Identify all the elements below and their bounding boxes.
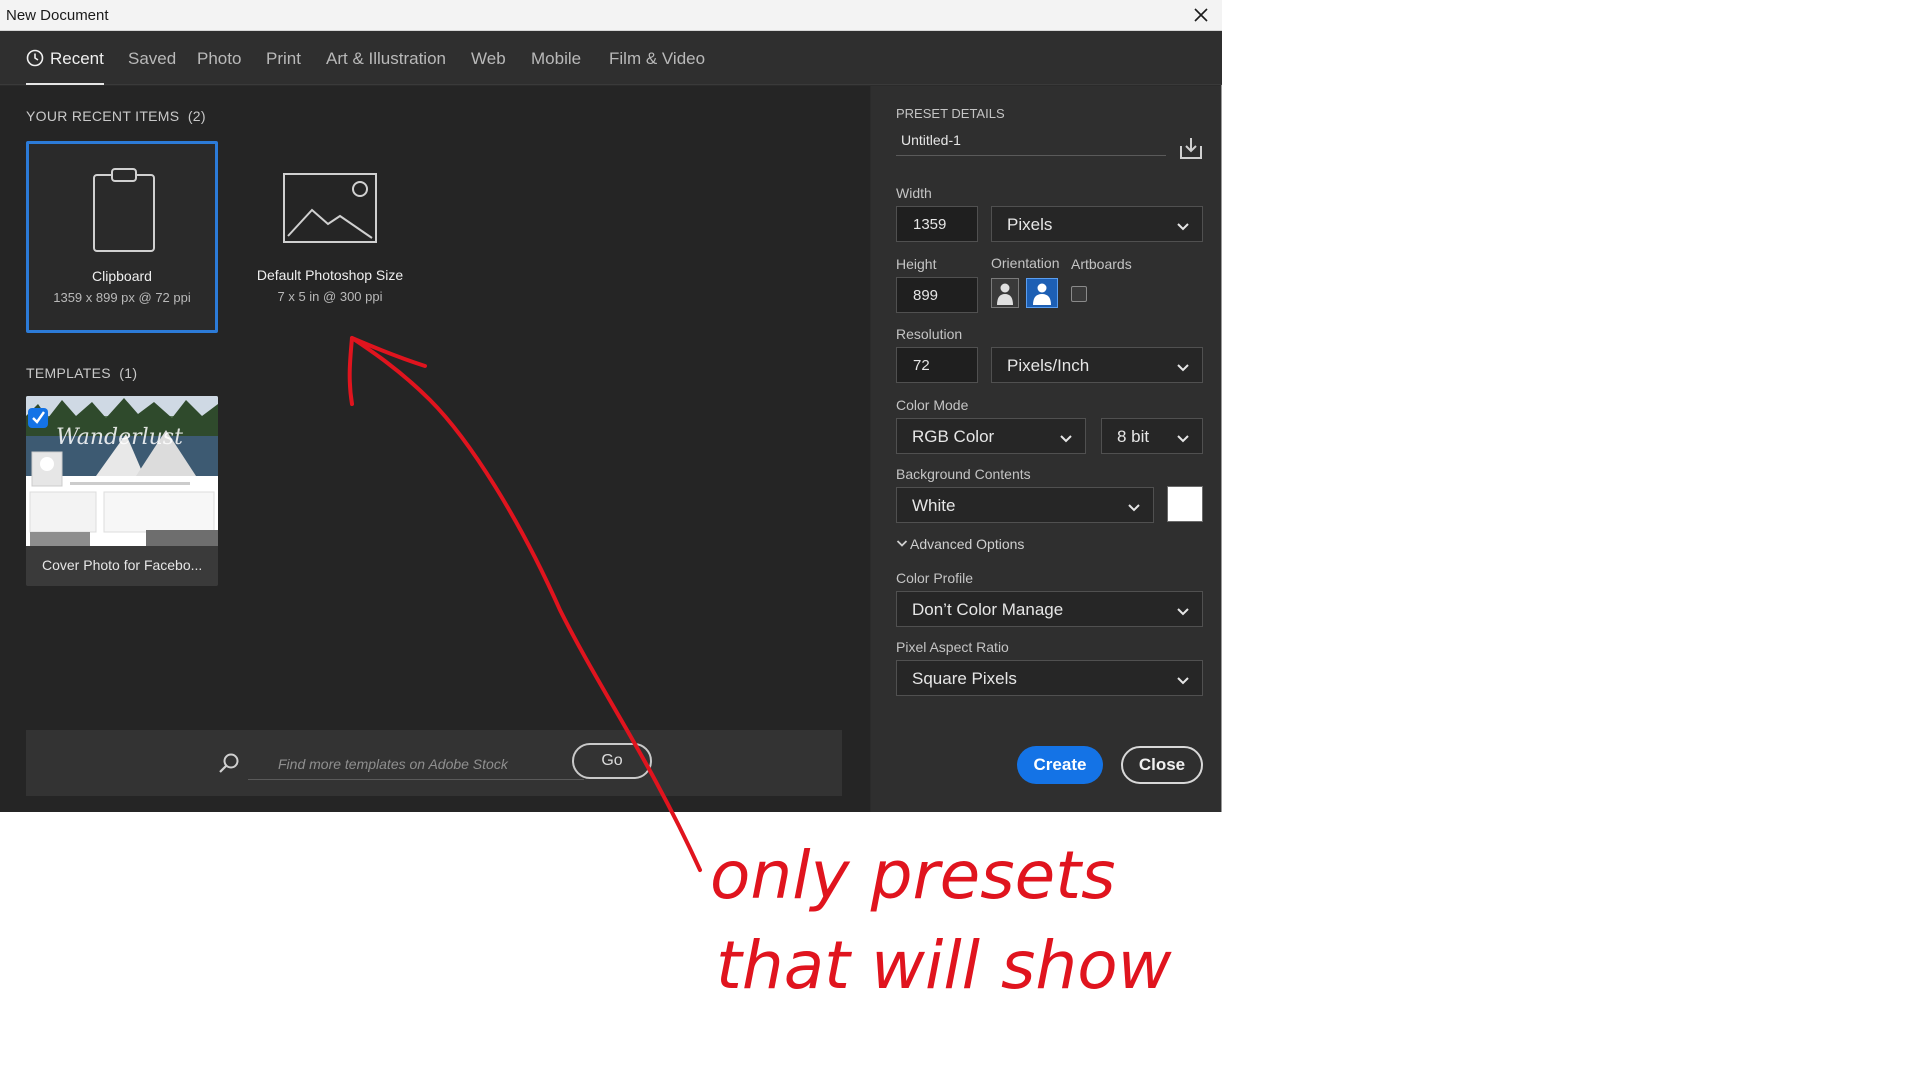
create-button[interactable]: Create [1017, 746, 1103, 784]
background-color-swatch[interactable] [1167, 486, 1203, 522]
advanced-options-label: Advanced Options [910, 536, 1025, 552]
window-title: New Document [6, 7, 109, 24]
chevron-down-icon [1127, 498, 1141, 518]
color-profile-label: Color Profile [896, 570, 974, 586]
resolution-field[interactable]: 72 [896, 347, 978, 383]
clipboard-icon [93, 168, 155, 252]
pixel-aspect-value: Square Pixels [912, 669, 1017, 688]
annotation-line-1: only presets [710, 837, 1115, 914]
resolution-unit-select[interactable]: Pixels/Inch [991, 347, 1203, 383]
recent-heading-text: YOUR RECENT ITEMS [26, 108, 180, 124]
chevron-down-icon [1176, 602, 1190, 622]
artboards-label: Artboards [1071, 256, 1132, 272]
width-field[interactable]: 1359 [896, 206, 978, 242]
chevron-down-icon [896, 535, 908, 551]
tab-label: Recent [50, 49, 104, 68]
pixel-aspect-select[interactable]: Square Pixels [896, 660, 1203, 696]
color-mode-value: RGB Color [912, 427, 995, 446]
preset-details-pane: PRESET DETAILS Untitled-1 Width 1359 Pix… [871, 86, 1221, 812]
document-name-input[interactable]: Untitled-1 [896, 124, 1166, 156]
search-icon [218, 752, 240, 779]
recent-item-details: 7 x 5 in @ 300 ppi [277, 289, 383, 304]
landscape-icon [1033, 283, 1051, 305]
templates-count: (1) [119, 365, 138, 381]
chevron-down-icon [1059, 429, 1073, 449]
tab-film-video[interactable]: Film & Video [609, 49, 705, 85]
height-field[interactable]: 899 [896, 277, 978, 313]
artboards-checkbox[interactable] [1071, 286, 1087, 302]
tab-saved[interactable]: Saved [128, 49, 176, 85]
title-bar: New Document [0, 0, 1222, 31]
pixel-aspect-label: Pixel Aspect Ratio [896, 639, 1009, 655]
orientation-portrait-button[interactable] [991, 278, 1019, 308]
recent-item-name: Default Photoshop Size [256, 267, 404, 283]
adobe-stock-search: Find more templates on Adobe Stock Go [26, 730, 842, 796]
tab-mobile[interactable]: Mobile [531, 49, 581, 85]
chevron-down-icon [1176, 217, 1190, 237]
preset-details-heading: PRESET DETAILS [896, 106, 1005, 121]
portrait-icon [997, 283, 1013, 305]
recent-item-clipboard[interactable]: Clipboard 1359 x 899 px @ 72 ppi [26, 141, 218, 333]
orientation-label: Orientation [991, 255, 1060, 271]
bit-depth-value: 8 bit [1117, 427, 1150, 446]
template-name: Cover Photo for Facebo... [26, 546, 218, 586]
tab-art-illustration[interactable]: Art & Illustration [326, 49, 446, 85]
recent-item-default-size[interactable]: Default Photoshop Size 7 x 5 in @ 300 pp… [240, 172, 420, 304]
recent-item-details: 1359 x 899 px @ 72 ppi [53, 290, 191, 305]
go-button[interactable]: Go [572, 743, 652, 779]
recent-items-heading: YOUR RECENT ITEMS (2) [26, 108, 206, 124]
stock-search-input[interactable]: Find more templates on Adobe Stock [248, 750, 584, 780]
preset-tabs: Recent Saved Photo Print Art & Illustrat… [0, 31, 1222, 85]
color-profile-value: Don’t Color Manage [912, 600, 1064, 619]
clock-icon [26, 49, 44, 72]
svg-text:Wanderlust: Wanderlust [56, 425, 183, 450]
tab-print[interactable]: Print [266, 49, 301, 85]
background-select[interactable]: White [896, 487, 1154, 523]
templates-heading: TEMPLATES (1) [26, 365, 137, 381]
color-mode-select[interactable]: RGB Color [896, 418, 1086, 454]
search-placeholder: Find more templates on Adobe Stock [278, 756, 508, 772]
recent-item-name: Clipboard [92, 268, 152, 284]
image-placeholder-icon [283, 173, 377, 243]
resolution-label: Resolution [896, 326, 963, 342]
resolution-unit-value: Pixels/Inch [1007, 356, 1090, 375]
presets-pane: YOUR RECENT ITEMS (2) Clipboard 1359 x 8… [0, 86, 870, 812]
width-label: Width [896, 185, 932, 201]
annotation-line-2: that will show [716, 927, 1173, 1004]
background-label: Background Contents [896, 466, 1031, 482]
background-value: White [912, 496, 956, 515]
width-unit-value: Pixels [1007, 215, 1053, 234]
orientation-landscape-button[interactable] [1026, 278, 1058, 308]
close-icon[interactable] [1190, 4, 1212, 26]
tab-web[interactable]: Web [471, 49, 506, 85]
templates-heading-text: TEMPLATES [26, 365, 111, 381]
tab-recent[interactable]: Recent [26, 49, 104, 85]
color-mode-label: Color Mode [896, 397, 969, 413]
template-thumbnail: Wanderlust [26, 396, 218, 546]
close-button[interactable]: Close [1121, 746, 1203, 784]
width-unit-select[interactable]: Pixels [991, 206, 1203, 242]
chevron-down-icon [1176, 358, 1190, 378]
bit-depth-select[interactable]: 8 bit [1101, 418, 1203, 454]
chevron-down-icon [1176, 429, 1190, 449]
height-label: Height [896, 256, 937, 272]
recent-count: (2) [187, 108, 206, 124]
new-document-dialog: New Document Recent Saved Photo Print Ar… [0, 0, 1222, 812]
save-preset-icon[interactable] [1179, 136, 1203, 165]
chevron-down-icon [1176, 671, 1190, 691]
advanced-options-toggle[interactable]: Advanced Options [896, 535, 1024, 552]
template-cover-photo[interactable]: Wanderlust Cover Photo for Facebo... [26, 396, 218, 586]
tab-photo[interactable]: Photo [197, 49, 241, 85]
color-profile-select[interactable]: Don’t Color Manage [896, 591, 1203, 627]
